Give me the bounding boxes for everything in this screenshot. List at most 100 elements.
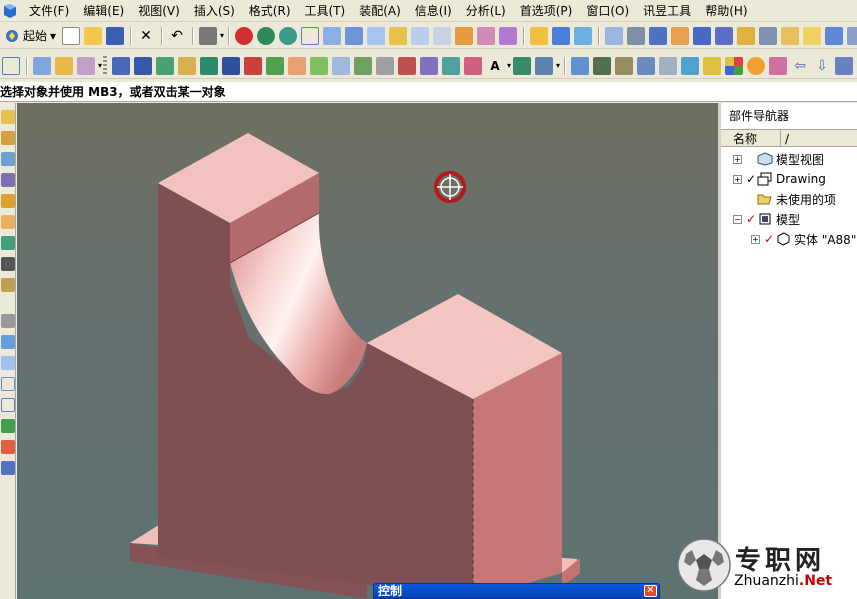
tree-item-drawing[interactable]: + ✓ Drawing (721, 169, 857, 189)
calculator-icon[interactable] (513, 56, 532, 75)
menu-analysis[interactable]: 分析(L) (459, 1, 513, 21)
bin-icon[interactable] (759, 26, 778, 45)
resource-block-icon[interactable] (1, 314, 15, 328)
paint-icon[interactable] (671, 26, 690, 45)
measure-icon[interactable] (464, 56, 483, 75)
flower-icon[interactable] (420, 56, 439, 75)
tree-item-model-views[interactable]: + 模型视图 (721, 149, 857, 169)
pattern-icon[interactable] (288, 56, 307, 75)
resource-box-wire-icon[interactable] (1, 398, 15, 412)
sphere-teal-icon[interactable] (279, 26, 298, 45)
trim-icon[interactable] (332, 56, 351, 75)
blocks-icon[interactable] (178, 56, 197, 75)
down-arrow-icon[interactable]: ⇩ (813, 57, 831, 75)
frame-icon[interactable] (200, 56, 219, 75)
shell-icon[interactable] (33, 56, 51, 75)
sphere-green-icon[interactable] (257, 26, 276, 45)
expand-icon[interactable]: + (733, 174, 742, 184)
tree-item-model[interactable]: − ✓ 模型 (721, 209, 857, 229)
chevron-down-icon[interactable]: ▾ (556, 61, 560, 70)
chart-icon[interactable] (571, 56, 590, 75)
disk-icon[interactable] (835, 56, 854, 75)
mirror-icon[interactable] (310, 56, 329, 75)
bracket-icon[interactable] (737, 26, 756, 45)
layer-icon[interactable] (649, 26, 668, 45)
chevron-down-icon[interactable]: ▾ (98, 61, 102, 70)
menu-format[interactable]: 格式(R) (242, 1, 298, 21)
flag-icon[interactable] (55, 56, 73, 75)
column-sort-header[interactable]: / (781, 130, 789, 146)
hexagon-icon[interactable] (781, 26, 800, 45)
digits-icon[interactable] (593, 56, 612, 75)
resource-palette-icon[interactable] (1, 194, 15, 208)
resource-tee-icon[interactable] (1, 236, 15, 250)
mesh-icon[interactable] (354, 56, 373, 75)
checkbox-checked-icon[interactable]: ✓ (763, 232, 775, 246)
chevron-down-icon[interactable]: ▾ (507, 61, 511, 70)
menu-help[interactable]: 帮助(H) (698, 1, 754, 21)
resource-box-outline-icon[interactable] (1, 377, 15, 391)
pencil-icon[interactable] (530, 26, 549, 45)
red-cube-icon[interactable] (244, 56, 263, 75)
eye-icon[interactable] (627, 26, 646, 45)
cylinder-blue-icon[interactable] (693, 26, 712, 45)
menu-edit[interactable]: 编辑(E) (76, 1, 131, 21)
star-icon[interactable] (398, 56, 417, 75)
surface-icon[interactable] (605, 26, 624, 45)
undo-icon[interactable]: ↶ (168, 27, 186, 45)
toolbar-grip[interactable] (103, 55, 108, 76)
resource-reuse-icon[interactable] (1, 173, 15, 187)
graph-icon[interactable] (659, 56, 678, 75)
orange-block-icon[interactable] (455, 26, 474, 45)
open-folder-icon[interactable] (84, 26, 103, 45)
resource-gear-icon[interactable] (1, 278, 15, 292)
route-icon[interactable] (77, 56, 95, 75)
sun-icon[interactable] (747, 56, 766, 75)
new-file-icon[interactable] (62, 26, 81, 45)
resource-pencil-icon[interactable] (1, 110, 15, 124)
checkmark-icon[interactable]: ✓ (745, 172, 757, 186)
menu-file[interactable]: 文件(F) (22, 1, 76, 21)
green-cube-icon[interactable] (266, 56, 285, 75)
menu-xunyu-tools[interactable]: 讯昱工具 (636, 1, 698, 21)
sketch-icon[interactable] (552, 26, 571, 45)
eye-yellow-icon[interactable] (703, 56, 722, 75)
grid-select-icon[interactable] (2, 56, 20, 75)
control-dialog[interactable]: 控制 ✕ (373, 583, 660, 599)
cut-icon[interactable]: ✕ (137, 27, 155, 45)
slot-icon[interactable] (222, 56, 241, 75)
book-icon[interactable] (715, 26, 734, 45)
cube-yellow-icon[interactable] (389, 26, 408, 45)
chevron-down-icon[interactable]: ▾ (220, 31, 224, 40)
chain-icon[interactable] (847, 26, 857, 45)
curve-icon[interactable] (574, 26, 593, 45)
text-tool-icon[interactable]: A (486, 57, 504, 75)
resource-history-icon[interactable] (1, 152, 15, 166)
yellow-cube-icon[interactable] (803, 26, 822, 45)
collapse-icon[interactable]: − (733, 214, 742, 224)
resource-refresh-icon[interactable] (1, 419, 15, 433)
column-name-header[interactable]: 名称 (721, 130, 781, 146)
resource-box-blue-icon[interactable] (1, 335, 15, 349)
start-button[interactable]: 起始 ▾ (0, 26, 60, 46)
checkbox-checked-icon[interactable]: ✓ (745, 212, 757, 226)
back-arrow-icon[interactable]: ⇦ (791, 57, 809, 75)
save-icon[interactable] (106, 26, 125, 45)
cube-icon[interactable] (367, 26, 386, 45)
menu-tools[interactable]: 工具(T) (298, 1, 353, 21)
box-green-icon[interactable] (156, 56, 175, 75)
box-view-icon[interactable] (345, 26, 364, 45)
monitor-icon[interactable] (535, 56, 554, 75)
list-icon[interactable] (112, 56, 131, 75)
resource-box-light-icon[interactable] (1, 356, 15, 370)
expand-icon[interactable]: + (733, 154, 742, 164)
table-icon[interactable] (637, 56, 656, 75)
expand-icon[interactable]: + (751, 234, 760, 244)
bar-icon[interactable] (615, 56, 634, 75)
check-list-icon[interactable] (681, 56, 700, 75)
menu-assembly[interactable]: 装配(A) (352, 1, 408, 21)
resource-x-icon[interactable] (1, 440, 15, 454)
menu-preferences[interactable]: 首选项(P) (513, 1, 580, 21)
resource-cube-icon[interactable] (1, 257, 15, 271)
ruler-icon[interactable] (442, 56, 461, 75)
